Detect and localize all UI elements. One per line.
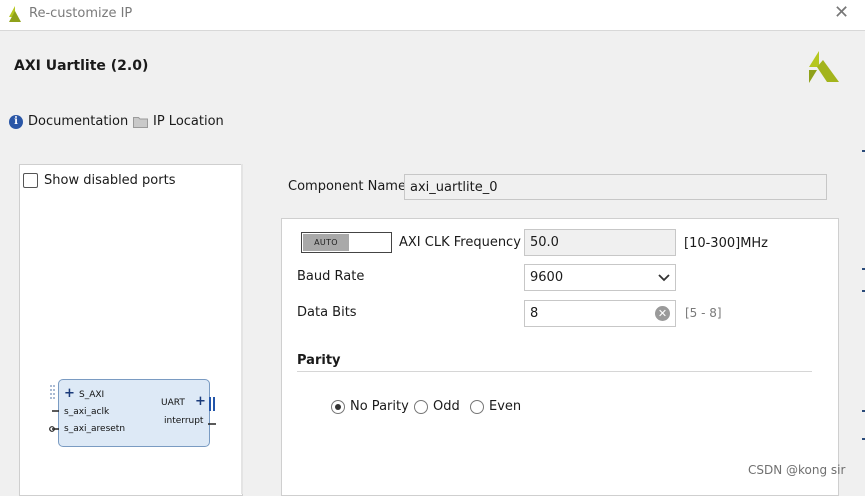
window-edge-marks (862, 150, 865, 440)
radio-even[interactable]: Even (470, 399, 521, 414)
divider (297, 371, 812, 372)
auto-manual-toggle[interactable]: AUTO (301, 232, 392, 253)
radio-unselected-icon[interactable] (470, 399, 484, 414)
clk-frequency-label: AXI CLK Frequency (399, 235, 521, 250)
window-title: Re-customize IP (29, 6, 133, 21)
ip-location-label: IP Location (153, 114, 224, 129)
ip-title: AXI Uartlite (2.0) (14, 58, 149, 74)
ip-location-link[interactable]: IP Location (133, 114, 224, 129)
port-s-axi: S_AXI (79, 390, 105, 400)
show-disabled-ports-label: Show disabled ports (44, 173, 176, 188)
input-pins-icon (49, 385, 59, 432)
info-icon: i (9, 114, 23, 129)
show-disabled-ports-checkbox[interactable]: Show disabled ports (23, 173, 175, 188)
data-bits-value: 8 (530, 306, 539, 321)
folder-icon (133, 116, 148, 128)
clk-frequency-input[interactable] (524, 229, 676, 256)
data-bits-input[interactable]: 8 ✕ (524, 300, 676, 327)
parity-heading: Parity (297, 353, 341, 368)
output-pins-icon (208, 397, 216, 425)
baud-rate-select[interactable]: 9600 (524, 264, 676, 291)
data-bits-range: [5 - 8] (685, 306, 722, 320)
port-s-axi-aresetn: s_axi_aresetn (64, 424, 126, 434)
clear-icon[interactable]: ✕ (655, 306, 670, 321)
watermark: CSDN @kong sir (748, 463, 846, 477)
port-uart: UART (161, 398, 185, 408)
bus-plus-icon[interactable]: + (195, 394, 206, 409)
panel-splitter[interactable] (241, 164, 243, 494)
documentation-link[interactable]: i Documentation (9, 114, 128, 129)
vivado-logo-icon (9, 6, 21, 22)
checkbox-box[interactable] (23, 173, 38, 188)
ip-block-symbol[interactable]: + S_AXI s_axi_aclk s_axi_aresetn UART + … (58, 379, 210, 447)
data-bits-label: Data Bits (297, 305, 357, 320)
port-interrupt: interrupt (164, 416, 204, 426)
xilinx-logo-icon (809, 51, 839, 83)
close-icon[interactable]: ✕ (834, 2, 849, 23)
auto-label: AUTO (303, 234, 349, 251)
radio-selected-icon[interactable] (331, 399, 345, 414)
clk-frequency-range: [10-300]MHz (684, 236, 769, 251)
component-name-input[interactable] (404, 174, 827, 200)
component-name-label: Component Name (288, 179, 406, 194)
radio-odd-label: Odd (433, 399, 460, 414)
documentation-label: Documentation (28, 114, 129, 129)
radio-no-parity[interactable]: No Parity (331, 399, 409, 414)
parameters-panel (281, 218, 839, 496)
radio-no-parity-label: No Parity (350, 399, 409, 414)
radio-even-label: Even (489, 399, 522, 414)
chevron-down-icon[interactable] (658, 273, 670, 282)
port-s-axi-aclk: s_axi_aclk (64, 407, 110, 417)
radio-odd[interactable]: Odd (414, 399, 460, 414)
divider (0, 30, 865, 31)
baud-rate-label: Baud Rate (297, 269, 365, 284)
baud-rate-value: 9600 (530, 270, 564, 285)
radio-unselected-icon[interactable] (414, 399, 428, 414)
bus-plus-icon[interactable]: + (64, 386, 75, 401)
